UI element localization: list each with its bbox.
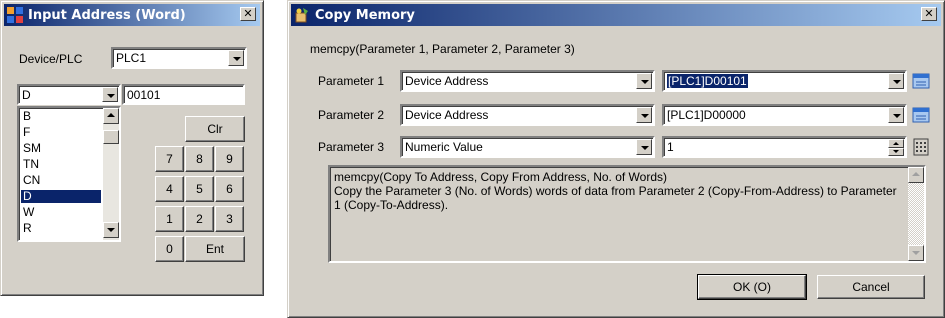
clear-button[interactable]: Clr (185, 116, 245, 142)
chevron-down-icon[interactable] (636, 107, 652, 123)
key-6-button[interactable]: 6 (215, 176, 244, 202)
input-address-titlebar[interactable]: Input Address (Word) ✕ (4, 4, 260, 26)
parameter-3-type-select[interactable]: Numeric Value (400, 136, 655, 158)
parameter-1-value-select[interactable]: [PLC1]D00101 (662, 70, 907, 92)
spinner-up-icon[interactable] (888, 139, 904, 148)
close-icon[interactable]: ✕ (240, 7, 256, 21)
list-item[interactable]: SM (21, 142, 101, 155)
list-item[interactable]: D (21, 190, 101, 203)
copy-memory-titlebar[interactable]: Copy Memory ✕ (291, 4, 941, 26)
chevron-down-icon[interactable] (102, 87, 118, 102)
list-item[interactable]: TN (21, 158, 101, 171)
parameter-1-label: Parameter 1 (318, 74, 385, 88)
parameter-2-value-select[interactable]: [PLC1]D00000 (662, 104, 907, 126)
copy-memory-icon (295, 8, 308, 23)
description-box[interactable]: memcpy(Copy To Address, Copy From Addres… (328, 165, 926, 263)
chevron-down-icon[interactable] (636, 139, 652, 155)
parameter-1-value: [PLC1]D00101 (667, 74, 748, 88)
key-0-button[interactable]: 0 (155, 236, 184, 262)
parameter-1-type-select[interactable]: Device Address (400, 70, 655, 92)
key-3-button[interactable]: 3 (215, 206, 244, 232)
key-8-button[interactable]: 8 (185, 146, 214, 172)
device-list-scrollbar[interactable] (103, 108, 119, 240)
device-plc-select[interactable]: PLC1 (111, 47, 247, 69)
ok-button[interactable]: OK (O) (697, 274, 807, 300)
scroll-down-icon[interactable] (103, 222, 119, 238)
dialog-title: Copy Memory (315, 8, 415, 23)
parameter-2-label: Parameter 2 (318, 108, 385, 122)
cancel-button[interactable]: Cancel (817, 275, 925, 299)
chevron-down-icon[interactable] (636, 73, 652, 89)
calculator-icon[interactable] (912, 138, 930, 156)
parameter-3-value-spinner[interactable]: 1 (662, 136, 907, 158)
app-icon (7, 7, 23, 23)
list-item[interactable]: R (21, 222, 101, 235)
key-7-button[interactable]: 7 (155, 146, 184, 172)
parameter-2-type-select[interactable]: Device Address (400, 104, 655, 126)
copy-memory-dialog: Copy Memory ✕ memcpy(Parameter 1, Parame… (287, 0, 945, 318)
list-item[interactable]: W (21, 206, 101, 219)
parameter-2-value: [PLC1]D00000 (667, 108, 746, 122)
key-2-button[interactable]: 2 (185, 206, 214, 232)
key-4-button[interactable]: 4 (155, 176, 184, 202)
spinner-down-icon[interactable] (888, 148, 904, 156)
description-text: memcpy(Copy To Address, Copy From Addres… (334, 170, 897, 212)
scroll-up-icon[interactable] (908, 167, 924, 183)
input-address-dialog: Input Address (Word) ✕ Device/PLC PLC1 D… (0, 0, 264, 296)
keypad-input-icon[interactable] (912, 72, 930, 90)
scroll-thumb[interactable] (103, 130, 119, 144)
device-type-select[interactable]: D (17, 84, 121, 105)
close-icon[interactable]: ✕ (921, 7, 937, 21)
function-signature: memcpy(Parameter 1, Parameter 2, Paramet… (310, 42, 575, 56)
scroll-up-icon[interactable] (103, 108, 119, 124)
chevron-down-icon[interactable] (888, 107, 904, 123)
parameter-3-label: Parameter 3 (318, 140, 385, 154)
chevron-down-icon[interactable] (888, 73, 904, 89)
key-5-button[interactable]: 5 (185, 176, 214, 202)
list-item[interactable]: CN (21, 174, 101, 187)
keypad-input-icon[interactable] (912, 106, 930, 124)
parameter-3-value: 1 (667, 140, 674, 154)
description-scrollbar[interactable] (908, 167, 924, 261)
device-list[interactable]: B F SM TN CN D W R (17, 106, 121, 242)
list-item[interactable]: B (21, 110, 101, 123)
list-item[interactable]: F (21, 126, 101, 139)
dialog-title: Input Address (Word) (28, 8, 186, 23)
address-input[interactable]: 00101 (122, 84, 245, 105)
enter-button[interactable]: Ent (185, 236, 245, 262)
key-9-button[interactable]: 9 (215, 146, 244, 172)
scroll-down-icon[interactable] (908, 245, 924, 261)
key-1-button[interactable]: 1 (155, 206, 184, 232)
device-plc-label: Device/PLC (19, 52, 83, 66)
chevron-down-icon[interactable] (228, 50, 244, 66)
